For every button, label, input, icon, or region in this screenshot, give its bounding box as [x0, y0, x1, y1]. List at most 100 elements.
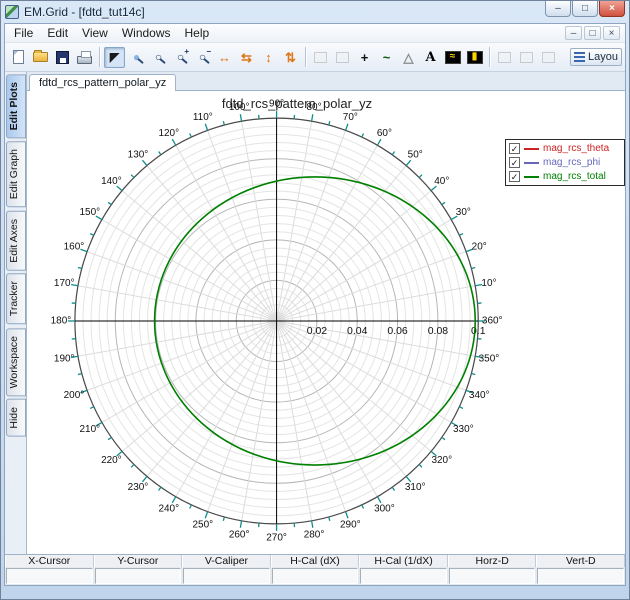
- zoom-out-icon[interactable]: −: [192, 47, 213, 68]
- angle-label: 140°: [101, 176, 122, 187]
- window-bottom-frame: [1, 586, 629, 599]
- angle-label: 150°: [80, 207, 101, 218]
- toolbar-separator: [99, 47, 100, 67]
- angle-label: 200°: [64, 390, 85, 401]
- side-tab-hide[interactable]: Hide: [6, 398, 26, 437]
- angle-label: 320°: [431, 455, 452, 466]
- triangle-marker-icon[interactable]: [398, 47, 419, 68]
- pan-vertical-icon[interactable]: [280, 47, 301, 68]
- angle-label: 160°: [64, 241, 85, 252]
- status-value-cell: [448, 568, 536, 584]
- mdi-minimize-button[interactable]: –: [565, 26, 582, 40]
- legend-item: ✓ mag_rcs_phi: [509, 156, 621, 169]
- menu-edit[interactable]: Edit: [40, 25, 75, 41]
- angle-label: 300°: [374, 503, 395, 514]
- angle-label: 180°: [51, 316, 72, 327]
- status-value-cell: [183, 568, 270, 584]
- status-value-cell: [6, 568, 93, 584]
- trace-style-icon[interactable]: [442, 47, 463, 68]
- new-document-icon[interactable]: [8, 47, 29, 68]
- radial-label: 0.08: [428, 325, 449, 337]
- angle-label: 310°: [405, 482, 426, 493]
- mdi-restore-button[interactable]: □: [584, 26, 601, 40]
- zoom-in-icon[interactable]: +: [170, 47, 191, 68]
- mdi-close-button[interactable]: ×: [603, 26, 620, 40]
- menu-view[interactable]: View: [75, 25, 115, 41]
- menu-windows[interactable]: Windows: [115, 25, 178, 41]
- fit-width-icon[interactable]: [214, 47, 235, 68]
- angle-label: 250°: [193, 519, 214, 530]
- mdi-window-controls: – □ ×: [565, 26, 623, 40]
- angle-label: 260°: [229, 529, 250, 540]
- status-header-horz-d: Horz-D: [447, 555, 537, 567]
- legend-checkbox[interactable]: ✓: [509, 143, 520, 154]
- angle-label: 290°: [340, 519, 361, 530]
- status-header-h-cal-1-dx-: H-Cal (1/dX): [359, 555, 448, 567]
- radial-label: 0.06: [387, 325, 408, 337]
- status-value-cell: [94, 568, 182, 584]
- legend-label: mag_rcs_total: [543, 171, 606, 182]
- angle-label: 20°: [472, 241, 487, 252]
- legend-line-sample: [524, 147, 539, 150]
- status-header-h-cal-dx-: H-Cal (dX): [270, 555, 360, 567]
- zoom-window-icon[interactable]: [126, 47, 147, 68]
- angle-label: 230°: [128, 482, 149, 493]
- angle-label: 190°: [54, 353, 75, 364]
- layout-button[interactable]: Layou: [570, 48, 622, 66]
- side-tab-edit-axes[interactable]: Edit Axes: [6, 210, 26, 271]
- add-marker-icon[interactable]: [354, 47, 375, 68]
- titlebar[interactable]: EM.Grid - [fdtd_tut14c] – □ ×: [1, 1, 629, 23]
- angle-label: 60°: [377, 128, 392, 139]
- maximize-button[interactable]: □: [572, 1, 598, 17]
- spectrum-icon[interactable]: [464, 47, 485, 68]
- angle-label: 270°: [266, 533, 287, 544]
- side-tab-edit-graph[interactable]: Edit Graph: [6, 141, 26, 208]
- side-tab-edit-plots[interactable]: Edit Plots: [6, 74, 26, 139]
- status-value-row: [5, 567, 625, 585]
- angle-label: 40°: [434, 176, 449, 187]
- toolbar-items: +−: [8, 46, 559, 68]
- pointer-tool-icon[interactable]: [104, 46, 125, 68]
- angle-label: 80°: [306, 102, 321, 113]
- legend-label: mag_rcs_theta: [543, 143, 610, 154]
- print-icon[interactable]: [74, 47, 95, 68]
- fit-height-icon[interactable]: [258, 47, 279, 68]
- angle-label: 90°: [269, 99, 284, 110]
- angle-label: 30°: [456, 207, 471, 218]
- export-view-icon: [538, 47, 559, 68]
- angle-label: 330°: [453, 424, 474, 435]
- radial-label: 0.02: [307, 325, 328, 337]
- zoom-pan-icon[interactable]: [148, 47, 169, 68]
- menu-file[interactable]: File: [7, 25, 40, 41]
- minimize-button[interactable]: –: [545, 1, 571, 17]
- angle-label: 70°: [343, 112, 358, 123]
- pan-horizontal-icon[interactable]: [236, 47, 257, 68]
- angle-label: 50°: [408, 149, 423, 160]
- angle-label: 100°: [229, 102, 250, 113]
- legend-checkbox[interactable]: ✓: [509, 157, 520, 168]
- angle-label: 120°: [158, 128, 179, 139]
- legend-item: ✓ mag_rcs_theta: [509, 142, 621, 155]
- window-title: EM.Grid - [fdtd_tut14c]: [24, 5, 145, 19]
- plot-area[interactable]: fdtd_rcs_pattern_polar_yz 10° 20° 30° 40° 50…: [27, 91, 625, 554]
- float-panel-icon: [516, 47, 537, 68]
- text-label-icon[interactable]: [420, 47, 441, 68]
- close-button[interactable]: ×: [599, 1, 625, 17]
- angle-label: 210°: [80, 424, 101, 435]
- side-tab-workspace[interactable]: Workspace: [6, 327, 26, 396]
- side-tab-tracker[interactable]: Tracker: [6, 273, 26, 325]
- menu-help[interactable]: Help: [178, 25, 217, 41]
- toolbar-separator: [489, 47, 490, 67]
- radial-label: 0.1: [471, 325, 486, 337]
- status-header-row: X-Cursor Y-Cursor V-Caliper H-Cal (dX) H-Cal…: [5, 554, 626, 567]
- save-icon[interactable]: [52, 47, 73, 68]
- legend-checkbox[interactable]: ✓: [509, 171, 520, 182]
- window-controls: – □ ×: [545, 1, 625, 17]
- tab-fdtd-rcs-pattern-polar-yz[interactable]: fdtd_rcs_pattern_polar_yz: [29, 74, 177, 91]
- menu-items: File Edit View Windows Help: [7, 25, 216, 41]
- menubar: File Edit View Windows Help – □ ×: [5, 24, 625, 43]
- curve-tool-icon[interactable]: [376, 47, 397, 68]
- status-header-x-cursor: X-Cursor: [5, 555, 94, 567]
- app-body: FileEditViewWindowsHelp – □ × +− Layou E…: [4, 23, 626, 586]
- open-folder-icon[interactable]: [30, 47, 51, 68]
